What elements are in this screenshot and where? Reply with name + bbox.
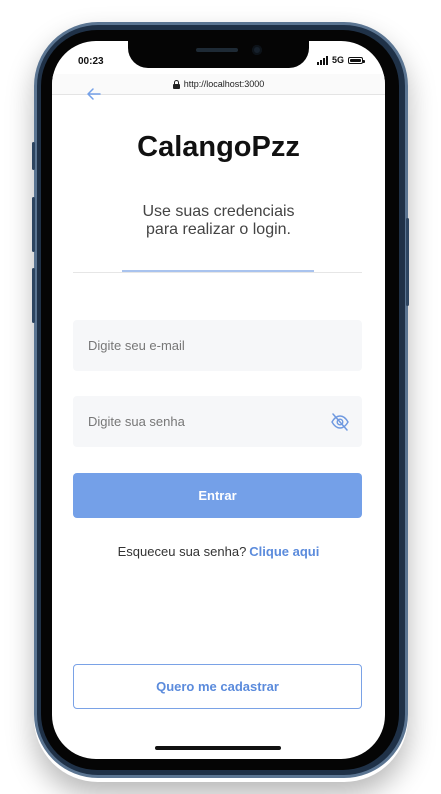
power-button	[406, 218, 409, 306]
status-bar: 00:23 5G	[52, 41, 385, 75]
login-subtitle: Use suas credenciais para realizar o log…	[52, 203, 385, 239]
divider-accent	[122, 270, 314, 272]
login-button[interactable]: Entrar	[73, 473, 362, 518]
email-input[interactable]	[73, 320, 362, 371]
network-type: 5G	[331, 55, 344, 65]
register-button[interactable]: Quero me cadastrar	[73, 664, 362, 709]
eye-off-icon[interactable]	[330, 412, 350, 432]
password-input[interactable]	[73, 396, 362, 447]
notch	[128, 41, 309, 68]
subtitle-line-2: para realizar o login.	[146, 221, 291, 238]
forgot-password-text: Esqueceu sua senha?	[117, 544, 247, 559]
forgot-password: Esqueceu sua senha? Clique aqui	[52, 544, 385, 559]
lock-icon	[172, 79, 180, 89]
speaker-grille	[196, 48, 238, 52]
password-field	[73, 396, 362, 447]
front-camera	[252, 45, 262, 55]
silent-switch	[32, 142, 35, 170]
url-text: http://localhost:3000	[183, 79, 265, 89]
signal-icon	[316, 55, 328, 65]
subtitle-line-1: Use suas credenciais	[142, 203, 295, 220]
app-title: CalangoPzz	[137, 131, 300, 163]
home-indicator	[155, 746, 281, 750]
status-indicators: 5G	[316, 55, 365, 65]
forgot-password-link[interactable]: Clique aqui	[249, 544, 319, 559]
status-time: 00:23	[78, 56, 104, 67]
volume-up-button	[32, 197, 35, 252]
email-field	[73, 320, 362, 371]
divider	[73, 272, 362, 273]
battery-icon	[348, 56, 365, 64]
phone-screen: 00:23 5G http://localhost:3000 CalangoPz…	[52, 41, 385, 759]
arrow-left-icon[interactable]	[86, 87, 102, 101]
volume-down-button	[32, 268, 35, 323]
